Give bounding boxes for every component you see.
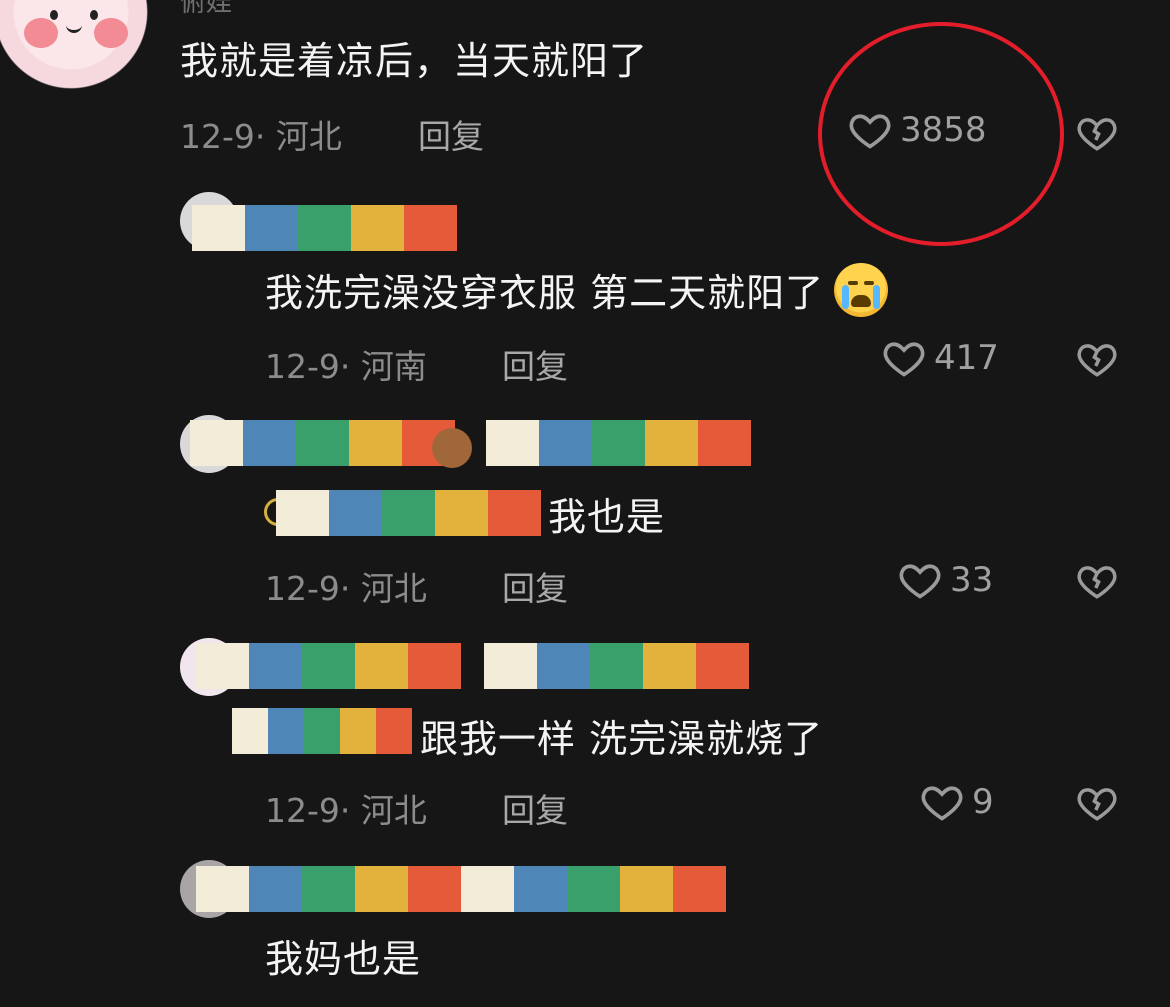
broken-heart-icon bbox=[1077, 788, 1117, 821]
dislike-button[interactable] bbox=[1076, 112, 1118, 158]
censored-username bbox=[192, 205, 457, 251]
heart-outline-icon bbox=[883, 342, 925, 377]
heart-outline-icon bbox=[921, 786, 963, 821]
broken-heart-icon bbox=[1077, 344, 1117, 377]
comment-text: 我妈也是 bbox=[265, 937, 422, 981]
reply-button[interactable]: 回复 bbox=[502, 562, 568, 610]
comment-body: 我洗完澡没穿衣服 第二天就阳了 bbox=[265, 262, 889, 317]
censored-username bbox=[196, 866, 726, 912]
comment-date-location: 12-9· 河南 bbox=[265, 347, 427, 386]
username[interactable]: 俯娃 bbox=[180, 0, 232, 19]
dislike-button[interactable] bbox=[1076, 338, 1118, 384]
dislike-button[interactable] bbox=[1076, 560, 1118, 606]
censored-username bbox=[484, 643, 749, 689]
dislike-button[interactable] bbox=[1076, 782, 1118, 828]
like-button[interactable]: 417 bbox=[882, 336, 999, 380]
heart-outline-icon bbox=[899, 564, 941, 599]
comment-text: 跟我一样 洗完澡就烧了 bbox=[420, 717, 824, 761]
avatar[interactable] bbox=[0, 0, 170, 90]
reply-button[interactable]: 回复 bbox=[502, 340, 568, 388]
reply-button[interactable]: 回复 bbox=[502, 784, 568, 832]
broken-heart-icon bbox=[1077, 118, 1117, 151]
comment-date-location: 12-9· 河北 bbox=[265, 791, 427, 830]
comment-date-location: 12-9· 河北 bbox=[265, 569, 427, 608]
censored-username bbox=[190, 420, 455, 466]
reply-button[interactable]: 回复 bbox=[418, 110, 484, 158]
comment-text: 我也是 bbox=[548, 495, 666, 539]
broken-heart-icon bbox=[1077, 566, 1117, 599]
comment-date-location: 12-9· 河北 bbox=[180, 117, 342, 156]
teddy-bear-emoji bbox=[432, 428, 472, 468]
crying-face-emoji bbox=[834, 262, 889, 317]
censored-username bbox=[196, 643, 461, 689]
like-count: 417 bbox=[934, 338, 999, 378]
censored-mention[interactable] bbox=[276, 490, 541, 536]
highlight-circle bbox=[818, 22, 1064, 246]
like-button[interactable]: 33 bbox=[898, 558, 993, 602]
like-button[interactable]: 9 bbox=[920, 780, 994, 824]
censored-username bbox=[486, 420, 751, 466]
comment-text: 我洗完澡没穿衣服 第二天就阳了 bbox=[265, 271, 825, 315]
censored-mention[interactable] bbox=[232, 708, 412, 754]
like-count: 33 bbox=[950, 560, 994, 600]
comment-text: 我就是着凉后，当天就阳了 bbox=[180, 39, 649, 83]
like-count: 9 bbox=[972, 782, 994, 822]
